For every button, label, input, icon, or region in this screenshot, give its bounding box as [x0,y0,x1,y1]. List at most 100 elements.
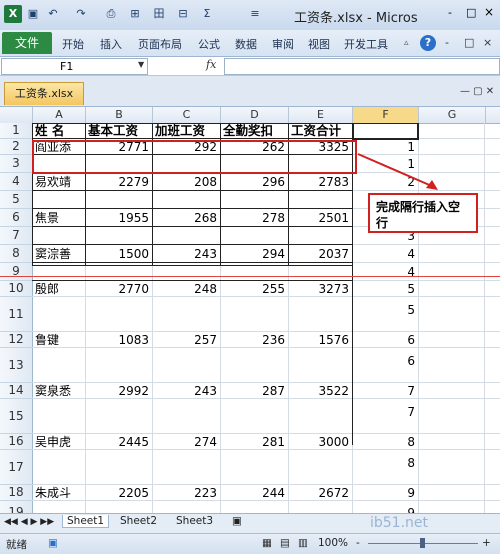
normal-view-icon[interactable]: ▦ [262,537,272,549]
row-header[interactable]: 3 [0,155,32,173]
zoom-level[interactable]: 100% [318,537,348,549]
row-header[interactable]: 1 [0,123,32,139]
save-icon[interactable]: ▣ [26,6,40,22]
name-cell[interactable]: 鲁键 [35,332,82,348]
fx-icon[interactable]: fx [206,58,216,71]
filter-icon[interactable]: ⊟ [176,6,190,22]
value-cell[interactable]: 2770 [88,281,149,297]
column-header-a[interactable]: A [33,107,86,123]
row-header[interactable]: 15 [0,399,32,434]
value-cell[interactable]: 281 [223,434,285,450]
value-cell[interactable]: 1500 [88,246,149,262]
sum-icon[interactable]: Σ [200,6,214,22]
helper-cell[interactable]: 4 [355,246,415,262]
format-icon[interactable]: ⊞ [128,6,142,22]
row-header[interactable]: 14 [0,383,32,399]
row-header[interactable]: 8 [0,245,32,263]
border-icon[interactable]: 田 [152,6,166,22]
sheet-tab-1[interactable]: Sheet1 [62,515,110,528]
helper-cell[interactable]: 6 [355,332,415,348]
value-cell[interactable]: 223 [155,485,217,501]
sheet-tab-3[interactable]: Sheet3 [176,515,213,527]
sheet-nav-arrows[interactable]: ◀◀ ◀ ▶ ▶▶ [4,517,54,527]
workbook-tab[interactable]: 工资条.xlsx [4,82,84,105]
value-cell[interactable]: 2783 [291,174,349,190]
header-cell[interactable]: 工资合计 [291,123,349,139]
value-cell[interactable]: 3273 [291,281,349,297]
row-header[interactable]: 2 [0,139,32,155]
tab-view[interactable]: 视图 [308,36,330,52]
value-cell[interactable]: 208 [155,174,217,190]
redo-icon[interactable]: ↷ [74,6,88,22]
helper-cell[interactable]: 8 [355,455,415,471]
header-cell[interactable]: 姓 名 [35,123,82,139]
column-header-e[interactable]: E [289,107,353,123]
column-header-d[interactable]: D [221,107,289,123]
value-cell[interactable]: 248 [155,281,217,297]
value-cell[interactable]: 243 [155,383,217,399]
value-cell[interactable]: 1576 [291,332,349,348]
name-cell[interactable]: 易欢靖 [35,174,82,190]
helper-cell[interactable]: 5 [355,281,415,297]
column-header-b[interactable]: B [86,107,153,123]
row-header[interactable]: 17 [0,450,32,485]
value-cell[interactable]: 278 [223,210,285,226]
workbook-close-button[interactable]: × [483,36,492,49]
column-header-c[interactable]: C [153,107,221,123]
row-header[interactable]: 9 [0,263,32,281]
header-cell[interactable]: 加班工资 [155,123,217,139]
helper-cell[interactable]: 8 [355,434,415,450]
value-cell[interactable]: 2205 [88,485,149,501]
minimize-button[interactable]: - [448,6,452,19]
column-header-g[interactable]: G [419,107,486,123]
workbook-minimize-button[interactable]: - [445,36,449,49]
value-cell[interactable]: 2501 [291,210,349,226]
value-cell[interactable]: 1083 [88,332,149,348]
name-cell[interactable]: 窦淙善 [35,246,82,262]
helper-cell[interactable]: 7 [355,383,415,399]
value-cell[interactable]: 244 [223,485,285,501]
value-cell[interactable]: 2992 [88,383,149,399]
value-cell[interactable]: 2672 [291,485,349,501]
value-cell[interactable]: 2037 [291,246,349,262]
row-header[interactable]: 6 [0,209,32,227]
tab-home[interactable]: 开始 [62,36,84,52]
value-cell[interactable]: 2445 [88,434,149,450]
column-header-f[interactable]: F [353,107,419,123]
value-cell[interactable]: 1955 [88,210,149,226]
workbook-window-controls[interactable]: — ▢ ✕ [460,86,494,97]
zoom-out-button[interactable]: - [356,537,360,549]
close-button[interactable]: × [484,5,494,19]
header-cell[interactable]: 基本工资 [88,123,149,139]
name-cell[interactable]: 焦景 [35,210,82,226]
tab-formulas[interactable]: 公式 [198,36,220,52]
name-cell[interactable]: 殷郎 [35,281,82,297]
value-cell[interactable]: 2279 [88,174,149,190]
value-cell[interactable]: 287 [223,383,285,399]
value-cell[interactable]: 294 [223,246,285,262]
zoom-in-button[interactable]: + [482,537,491,549]
zoom-slider-thumb[interactable] [420,538,425,548]
chevron-down-icon[interactable]: ▼ [138,60,144,69]
row-header[interactable]: 7 [0,227,32,245]
undo-icon[interactable]: ↶ [46,6,60,22]
value-cell[interactable]: 243 [155,246,217,262]
sheet-tab-2[interactable]: Sheet2 [120,515,157,527]
print-preview-icon[interactable]: ⎙ [104,6,118,22]
insert-sheet-icon[interactable]: ▣ [232,515,242,527]
name-cell[interactable]: 窦泉悉 [35,383,82,399]
helper-cell[interactable]: 6 [355,353,415,369]
tab-page-layout[interactable]: 页面布局 [138,36,182,52]
value-cell[interactable]: 268 [155,210,217,226]
row-header[interactable]: 10 [0,281,32,297]
row-header[interactable]: 13 [0,348,32,383]
helper-cell[interactable]: 5 [355,302,415,318]
value-cell[interactable]: 255 [223,281,285,297]
merge-icon[interactable]: ≡ [248,6,262,22]
page-break-view-icon[interactable]: ▥ [298,537,308,549]
formula-input[interactable] [224,58,500,75]
row-header[interactable]: 5 [0,191,32,209]
tab-review[interactable]: 审阅 [272,36,294,52]
row-header[interactable]: 11 [0,297,32,332]
name-box[interactable]: F1 [1,58,148,75]
